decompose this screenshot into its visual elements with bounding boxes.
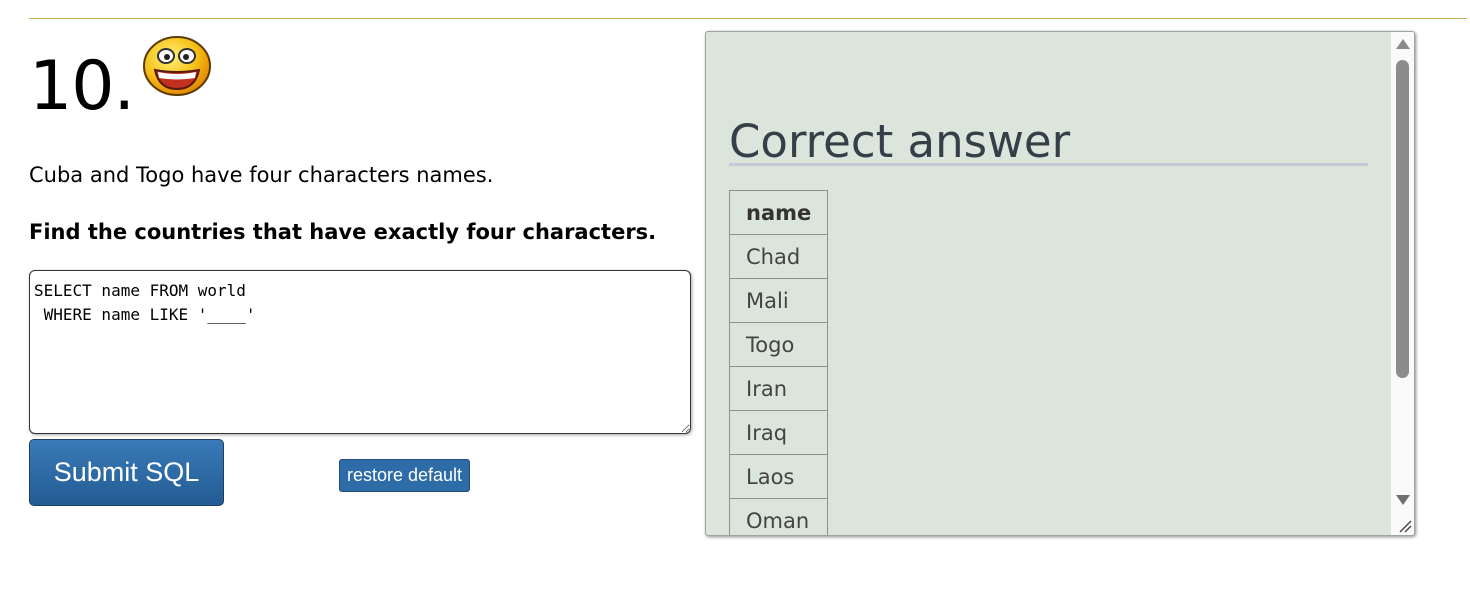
- resize-handle-icon[interactable]: [1391, 512, 1414, 535]
- answer-divider: [729, 163, 1368, 166]
- column-header-name: name: [728, 190, 829, 235]
- vertical-scrollbar[interactable]: [1391, 32, 1414, 512]
- table-row: Chad: [728, 234, 829, 279]
- table-cell: Iraq: [728, 410, 829, 455]
- scrollbar-thumb[interactable]: [1396, 60, 1409, 378]
- answer-panel[interactable]: Correct answer name Chad Mali Togo Iran …: [705, 31, 1415, 536]
- question-task: Find the countries that have exactly fou…: [29, 220, 657, 244]
- scroll-down-arrow-icon[interactable]: [1396, 495, 1410, 505]
- top-divider: [29, 18, 1467, 19]
- table-row: Togo: [728, 322, 829, 367]
- restore-default-button[interactable]: restore default: [339, 459, 470, 492]
- sql-editor[interactable]: SELECT name FROM world WHERE name LIKE '…: [29, 270, 691, 434]
- question-intro: Cuba and Togo have four characters names…: [29, 163, 494, 187]
- table-row: Oman: [728, 498, 829, 535]
- table-cell: Mali: [728, 278, 829, 323]
- table-row: Iran: [728, 366, 829, 411]
- table-header-row: name: [728, 190, 829, 235]
- answer-title: Correct answer: [729, 115, 1071, 168]
- table-cell: Oman: [728, 498, 829, 535]
- scroll-up-arrow-icon[interactable]: [1396, 39, 1410, 49]
- table-cell: Laos: [728, 454, 829, 499]
- smiley-icon: [143, 36, 211, 96]
- table-cell: Togo: [728, 322, 829, 367]
- table-row: Mali: [728, 278, 829, 323]
- table-row: Iraq: [728, 410, 829, 455]
- table-row: Laos: [728, 454, 829, 499]
- table-cell: Chad: [728, 234, 829, 279]
- result-table: name Chad Mali Togo Iran Iraq Laos Oman: [728, 190, 829, 535]
- table-cell: Iran: [728, 366, 829, 411]
- submit-sql-button[interactable]: Submit SQL: [29, 439, 224, 506]
- question-number: 10.: [29, 47, 135, 126]
